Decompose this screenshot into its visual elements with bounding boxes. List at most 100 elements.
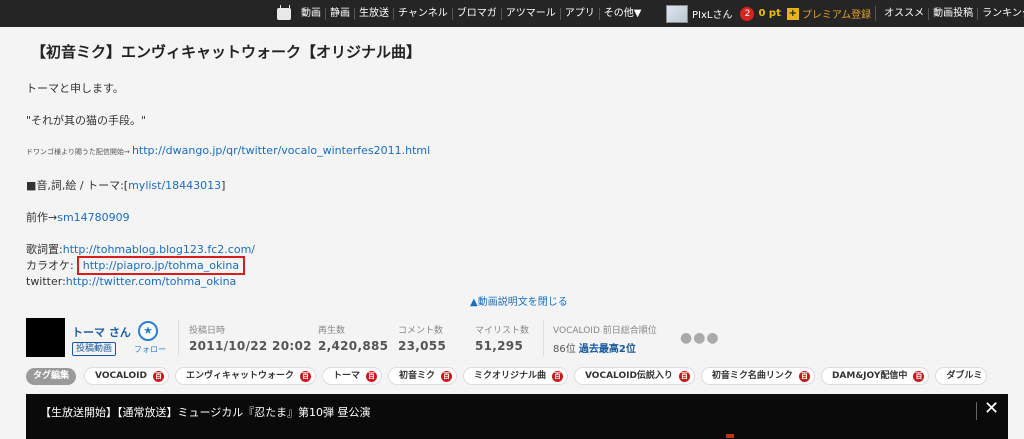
- desc-line: "それが其の猫の手段。": [26, 114, 147, 127]
- comments-value: 23,055: [398, 339, 447, 353]
- dictionary-icon[interactable]: 百: [798, 370, 810, 382]
- dictionary-icon[interactable]: 百: [440, 370, 452, 382]
- posted-label: 投稿日時: [189, 326, 226, 336]
- desc-line: カラオケ: http://piapro.jp/tohma_okina: [26, 256, 246, 275]
- recommend-link[interactable]: オススメ: [880, 7, 930, 20]
- highlight-box: http://piapro.jp/tohma_okina: [76, 256, 246, 275]
- desc-line: 前作→sm14780909: [26, 209, 130, 225]
- account-area: PIxLさん 2 0 pt + プレミアム登録 オススメ 動画投稿 ランキング: [666, 0, 1024, 27]
- niconico-tv-icon[interactable]: [277, 4, 291, 20]
- tag-item[interactable]: エンヴィキャットウォーク百: [174, 367, 316, 385]
- main-nav: 動画 静画 生放送 チャンネル ブロマガ アツマール アプリ その他▼: [277, 0, 645, 27]
- dictionary-icon[interactable]: 百: [552, 370, 563, 382]
- tag-item[interactable]: ダブルミ: [935, 367, 988, 385]
- tag-edit-button[interactable]: タグ編集: [26, 367, 77, 385]
- tag-label[interactable]: エンヴィキャットウォーク: [186, 368, 294, 384]
- tag-label[interactable]: VOCALOID伝説入り: [585, 368, 673, 384]
- twitter-link[interactable]: http://twitter.com/tohma_okina: [66, 275, 237, 288]
- ranking-stat[interactable]: VOCALOID 前日総合順位 86位 過去最高2位: [553, 323, 657, 355]
- close-icon[interactable]: ✕: [984, 399, 999, 419]
- previous-work-label: 前作→: [26, 211, 58, 224]
- twitter-label: twitter:: [26, 275, 66, 288]
- user-avatar[interactable]: [666, 4, 688, 23]
- tag-label[interactable]: トーマ: [333, 368, 360, 384]
- tag-label[interactable]: ダブルミ: [946, 368, 982, 384]
- tag-item[interactable]: 初音ミク名曲リンク百: [700, 367, 815, 385]
- desc-line: twitter:http://twitter.com/tohma_okina: [26, 275, 236, 288]
- tag-label[interactable]: DAM&JOY配信中: [832, 368, 907, 384]
- nav-item-app[interactable]: アプリ: [561, 7, 600, 20]
- nav-item-live[interactable]: 生放送: [355, 7, 394, 20]
- ranking-best: 過去最高2位: [578, 344, 636, 355]
- uploader-name[interactable]: トーマ さん: [72, 324, 131, 340]
- posted-value: 2011/10/22 20:02: [189, 339, 312, 353]
- points: 0 pt: [758, 8, 781, 19]
- dictionary-icon[interactable]: 百: [152, 370, 164, 382]
- nav-item-more[interactable]: その他▼: [600, 8, 646, 20]
- close-description-link[interactable]: ▲動画説明文を閉じる: [470, 293, 568, 308]
- username[interactable]: PIxLさん: [692, 6, 732, 21]
- nav-item-blomaga[interactable]: ブロマガ: [453, 7, 502, 20]
- nav-item-seiga[interactable]: 静画: [326, 7, 355, 20]
- desc-line: ドワンゴ様より賜うた配信開始→ http://dwango.jp/qr/twit…: [26, 144, 430, 157]
- mylist-value: 51,295: [475, 339, 524, 353]
- credit-bracket: ]: [221, 179, 226, 192]
- tag-label[interactable]: 初音ミク名曲リンク: [712, 368, 793, 384]
- mylist-label: マイリスト数: [475, 326, 530, 336]
- desc-line: ■音,詞,絵 / トーマ:[mylist/18443013]: [26, 177, 225, 193]
- posted-date-stat: 投稿日時 2011/10/22 20:02: [189, 323, 312, 353]
- desc-line: トーマと申します。: [26, 82, 124, 95]
- premium-icon: +: [786, 7, 799, 20]
- banner-text[interactable]: 【生放送開始】【通常放送】ミュージカル『忍たま』第10弾 昼公演: [40, 404, 370, 420]
- comments-stat: コメント数 23,055: [398, 323, 446, 353]
- dictionary-icon[interactable]: 百: [678, 370, 690, 382]
- top-nav-bar: 動画 静画 生放送 チャンネル ブロマガ アツマール アプリ その他▼ PIxL…: [0, 0, 1024, 27]
- tag-label[interactable]: ミクオリジナル曲: [474, 368, 546, 384]
- tag-item[interactable]: VOCALOID 百: [84, 367, 169, 385]
- lyrics-label: 歌詞置:: [26, 243, 63, 256]
- tag-list: タグ編集 VOCALOID 百 エンヴィキャットウォーク百 トーマ百 初音ミク百 …: [26, 367, 993, 385]
- dictionary-icon[interactable]: 百: [365, 370, 377, 382]
- ranking-line: 86位 過去最高2位: [553, 340, 657, 355]
- divider: [178, 320, 179, 356]
- previous-work-link[interactable]: sm14780909: [57, 211, 129, 224]
- credit-text: ■音,詞,絵 / トーマ:[: [26, 179, 129, 192]
- desc-small-text: ドワンゴ様より賜うた配信開始→: [26, 148, 132, 156]
- tag-item[interactable]: 初音ミク百: [387, 367, 457, 385]
- ranking-link[interactable]: ランキング: [978, 8, 1024, 20]
- banner-decoration: [726, 434, 734, 438]
- live-broadcast-banner[interactable]: 【生放送開始】【通常放送】ミュージカル『忍たま』第10弾 昼公演 ✕: [26, 394, 1008, 439]
- dwango-link[interactable]: http://dwango.jp/qr/twitter/vocalo_winte…: [132, 144, 430, 157]
- mylist-link[interactable]: mylist/18443013: [128, 179, 221, 192]
- follow-star-icon[interactable]: ★: [138, 321, 158, 341]
- dictionary-icon[interactable]: 百: [913, 370, 925, 382]
- mylist-stat: マイリスト数 51,295: [475, 323, 529, 353]
- follow-label[interactable]: フォロー: [134, 344, 166, 355]
- nav-item-video[interactable]: 動画: [297, 7, 326, 20]
- premium-link[interactable]: プレミアム登録: [802, 6, 877, 21]
- uploader-avatar[interactable]: [26, 318, 65, 357]
- banner-divider: [976, 402, 977, 420]
- nav-item-atsumaru[interactable]: アツマール: [502, 7, 561, 20]
- uploaded-videos-button[interactable]: 投稿動画: [72, 342, 117, 356]
- karaoke-label: カラオケ:: [26, 259, 74, 272]
- tag-item[interactable]: トーマ百: [321, 367, 382, 385]
- tag-label[interactable]: VOCALOID: [95, 368, 147, 384]
- ranking-label: VOCALOID 前日総合順位: [553, 326, 657, 336]
- tag-label[interactable]: 初音ミク: [399, 368, 435, 384]
- dictionary-icon[interactable]: 百: [299, 370, 311, 382]
- tag-item[interactable]: VOCALOID伝説入り百: [574, 367, 695, 385]
- views-value: 2,420,885: [318, 339, 389, 353]
- upload-link[interactable]: 動画投稿: [929, 7, 979, 20]
- tag-item[interactable]: ミクオリジナル曲百: [462, 367, 568, 385]
- nav-item-channel[interactable]: チャンネル: [394, 7, 453, 20]
- views-stat: 再生数 2,420,885: [318, 323, 388, 353]
- lyrics-link[interactable]: http://tohmablog.blog123.fc2.com/: [63, 243, 255, 256]
- tag-item[interactable]: DAM&JOY配信中百: [820, 367, 930, 385]
- more-menu-icon[interactable]: ●●●: [680, 330, 720, 346]
- desc-line: 歌詞置:http://tohmablog.blog123.fc2.com/: [26, 241, 255, 257]
- views-label: 再生数: [318, 326, 346, 336]
- ranking-value: 86位: [553, 344, 576, 355]
- karaoke-link[interactable]: http://piapro.jp/tohma_okina: [83, 259, 239, 272]
- notification-badge[interactable]: 2: [740, 6, 755, 21]
